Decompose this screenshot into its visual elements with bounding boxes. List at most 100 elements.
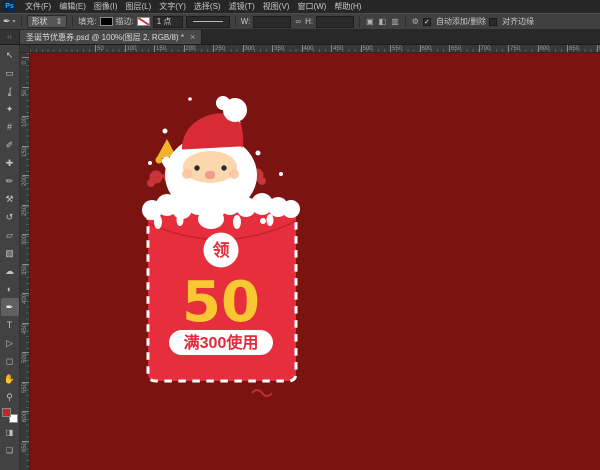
screen-mode-button[interactable]: ❏	[1, 441, 19, 459]
separator	[235, 16, 236, 27]
santa-nose	[205, 171, 215, 179]
v-ruler-label: 100	[22, 114, 28, 130]
v-ruler-label: 600	[22, 409, 28, 425]
path-operations-icon[interactable]: ▣	[365, 17, 375, 26]
move-tool[interactable]: ↖	[1, 46, 19, 64]
pen-tool-icon: ✒	[3, 16, 11, 27]
menu-t[interactable]: 滤镜(T)	[225, 0, 259, 13]
healing-brush-tool[interactable]: ✚	[1, 154, 19, 172]
h-ruler-label: 750	[508, 45, 520, 53]
v-ruler-label: 300	[22, 232, 28, 248]
path-arrange-icon[interactable]: ▥	[390, 17, 400, 26]
canvas[interactable]: 领 50 满300使用	[30, 53, 600, 470]
brush-tool[interactable]: ✏	[1, 172, 19, 190]
ruler-corner[interactable]	[20, 45, 30, 53]
photoshop-logo[interactable]: Ps	[3, 1, 16, 12]
h-ruler-label: 50	[95, 45, 104, 53]
claim-badge: 领	[204, 233, 239, 268]
v-ruler-label: 200	[22, 173, 28, 189]
quick-mask-button[interactable]: ◨	[1, 423, 19, 441]
marquee-tool[interactable]: ▭	[1, 64, 19, 82]
path-selection-tool[interactable]: ▷	[1, 334, 19, 352]
pen-tool[interactable]: ✒	[1, 298, 19, 316]
separator	[359, 16, 360, 27]
santa-eye-right	[221, 165, 226, 170]
updown-arrows-icon: ⇕	[56, 17, 63, 26]
claim-badge-text: 领	[213, 240, 230, 260]
gradient-tool[interactable]: ▧	[1, 244, 19, 262]
document-tab[interactable]: 圣诞节优惠券.psd @ 100%(图层 2, RGB/8) * ×	[20, 30, 202, 44]
chevron-down-icon: ▾	[13, 18, 16, 25]
h-ruler-label: 450	[331, 45, 343, 53]
h-ruler-label: 600	[420, 45, 432, 53]
menu-l[interactable]: 图层(L)	[121, 0, 155, 13]
align-edges-checkbox[interactable]	[489, 18, 497, 26]
coupon-artwork: 领 50 满300使用	[30, 53, 600, 470]
stroke-width-field[interactable]: 1 点	[153, 16, 183, 28]
horizontal-ruler[interactable]: 5010015020025030035040045050055060065070…	[30, 45, 600, 53]
condition-pill: 满300使用	[169, 330, 273, 355]
menu-w[interactable]: 窗口(W)	[293, 0, 330, 13]
dodge-tool[interactable]: ◐	[1, 280, 19, 298]
ribbon-squiggle	[252, 390, 272, 396]
stroke-color-swatch[interactable]	[137, 17, 150, 26]
menu-y[interactable]: 文字(Y)	[155, 0, 190, 13]
fill-color-swatch[interactable]	[100, 17, 113, 26]
height-label: H:	[305, 17, 313, 26]
h-ruler-label: 650	[449, 45, 461, 53]
eraser-tool[interactable]: ▱	[1, 226, 19, 244]
menu-bar: Ps 文件(F)编辑(E)图像(I)图层(L)文字(Y)选择(S)滤镜(T)视图…	[0, 0, 600, 13]
type-tool[interactable]: T	[1, 316, 19, 334]
v-ruler-label: 250	[22, 203, 28, 219]
document-tab-bar: ‹‹ 圣诞节优惠券.psd @ 100%(图层 2, RGB/8) * ×	[0, 30, 600, 45]
width-label: W:	[241, 17, 251, 26]
path-alignment-icon[interactable]: ◧	[378, 17, 388, 26]
separator	[405, 16, 406, 27]
blur-tool[interactable]: ☁	[1, 262, 19, 280]
tool-mode-select[interactable]: 形状 ⇕	[27, 15, 68, 28]
close-icon[interactable]: ×	[190, 32, 195, 42]
crop-tool[interactable]: #	[1, 118, 19, 136]
v-ruler-label: 50	[22, 85, 28, 101]
hand-tool[interactable]: ✋	[1, 370, 19, 388]
h-ruler-label: 550	[390, 45, 402, 53]
toolbar-collapse-icon[interactable]: ‹‹	[0, 30, 20, 44]
menu-e[interactable]: 编辑(E)	[55, 0, 90, 13]
clone-stamp-tool[interactable]: ⚒	[1, 190, 19, 208]
auto-add-delete-checkbox[interactable]: ✓	[423, 18, 431, 26]
history-brush-tool[interactable]: ↺	[1, 208, 19, 226]
shape-height-input[interactable]	[316, 16, 354, 28]
menu-h[interactable]: 帮助(H)	[330, 0, 365, 13]
v-ruler-label: 0	[22, 55, 28, 71]
shape-width-input[interactable]	[253, 16, 291, 28]
menu-f[interactable]: 文件(F)	[21, 0, 55, 13]
lasso-tool[interactable]: ʆ	[1, 82, 19, 100]
v-ruler-label: 450	[22, 321, 28, 337]
v-ruler-label: 650	[22, 439, 28, 455]
menu-v[interactable]: 视图(V)	[259, 0, 294, 13]
v-ruler-label: 400	[22, 291, 28, 307]
eyedropper-tool[interactable]: ✐	[1, 136, 19, 154]
h-ruler-label: 400	[302, 45, 314, 53]
tools-panel: ↖▭ʆ✦#✐✚✏⚒↺▱▧☁◐✒T▷◻✋⚲ ◨❏	[0, 45, 20, 470]
menu-s[interactable]: 选择(S)	[190, 0, 225, 13]
h-ruler-label: 200	[184, 45, 196, 53]
document-tab-title: 圣诞节优惠券.psd @ 100%(图层 2, RGB/8) *	[26, 32, 184, 43]
vertical-ruler[interactable]: 050100150200250300350400450500550600650	[20, 53, 30, 470]
separator	[21, 16, 22, 27]
quick-selection-tool[interactable]: ✦	[1, 100, 19, 118]
condition-text: 满300使用	[184, 333, 259, 352]
h-ruler-label: 900	[597, 45, 600, 53]
menu-i[interactable]: 图像(I)	[90, 0, 122, 13]
options-bar: ✒ ▾ 形状 ⇕ 填充: 描边: 1 点 W: ∞ H: ▣ ◧ ▥ ⚙ ✓ 自…	[0, 13, 600, 30]
foreground-color-swatch[interactable]	[2, 408, 11, 417]
gear-icon[interactable]: ⚙	[411, 17, 420, 26]
stroke-style-select[interactable]	[186, 16, 230, 28]
shape-tool[interactable]: ◻	[1, 352, 19, 370]
color-swatches[interactable]	[2, 408, 18, 423]
tool-preset-picker[interactable]: ✒ ▾	[3, 16, 16, 27]
link-dimensions-icon[interactable]: ∞	[294, 17, 302, 26]
line-style-preview	[193, 21, 223, 22]
zoom-tool[interactable]: ⚲	[1, 388, 19, 406]
menu-items: 文件(F)编辑(E)图像(I)图层(L)文字(Y)选择(S)滤镜(T)视图(V)…	[21, 0, 365, 13]
